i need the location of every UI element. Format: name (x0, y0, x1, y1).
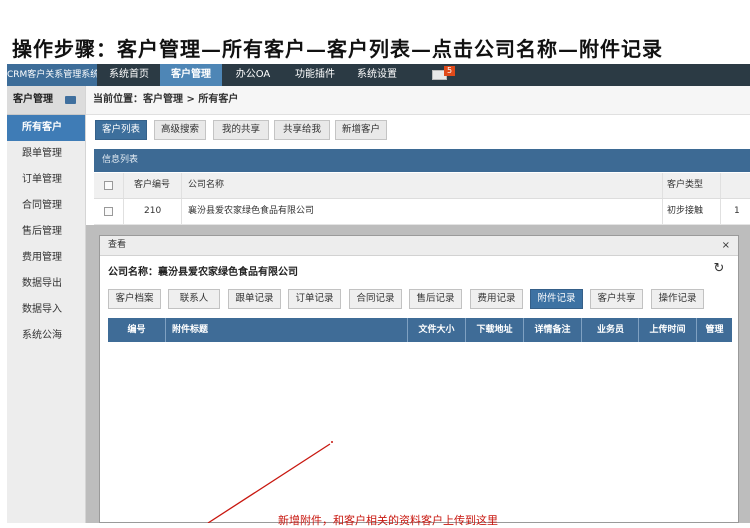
annotation-arrow (207, 441, 333, 523)
annotation-text: 新增附件，和客户相关的资料客户上传到这里 (278, 514, 498, 527)
